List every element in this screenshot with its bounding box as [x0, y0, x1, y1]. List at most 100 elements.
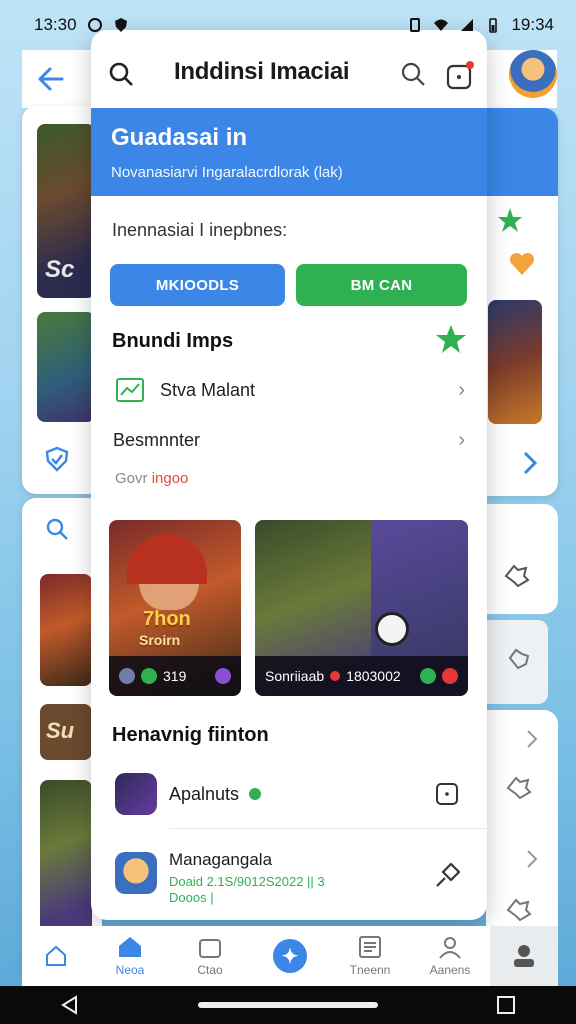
app-meta-secondary: Dooos | [169, 890, 214, 905]
badge-icon [420, 668, 436, 684]
install-icon[interactable] [435, 782, 459, 806]
chart-icon [116, 378, 144, 402]
game-thumbnail[interactable] [37, 312, 95, 422]
game-thumbnail[interactable] [40, 780, 92, 940]
shield-icon [114, 18, 127, 32]
verified-icon [249, 788, 261, 800]
nav-item-cart[interactable]: Ctao [170, 926, 250, 986]
back-arrow-icon[interactable] [36, 66, 64, 92]
search-icon[interactable] [107, 60, 135, 88]
notification-bell-icon[interactable] [445, 60, 475, 90]
hint-text[interactable]: Govr ingoo [115, 470, 188, 487]
home-gesture-bar[interactable] [197, 1002, 378, 1008]
rating-icon [119, 668, 135, 684]
app-name: Apalnuts [169, 784, 240, 804]
list-item[interactable]: Besmnnter › [91, 416, 487, 464]
account-icon [514, 945, 534, 967]
live-icon [330, 671, 341, 681]
star-icon [498, 208, 522, 232]
puzzle-icon[interactable] [502, 562, 530, 590]
app-icon [115, 773, 157, 815]
background-right-card [486, 504, 558, 614]
game-thumbnail[interactable]: Su [40, 704, 92, 760]
game-thumbnail-label: Su [46, 718, 75, 743]
nav-item-side[interactable] [22, 926, 90, 986]
bottom-nav: Neoa Ctao ✦ Tneenn Aanens [22, 926, 558, 986]
app-name: Managangala [169, 850, 273, 869]
nav-item-profile[interactable]: Aanens [410, 926, 490, 986]
app-list-item[interactable]: Apalnuts [91, 770, 487, 818]
featured-heading: Henavnig fiinton [112, 724, 269, 746]
recents-icon[interactable] [495, 994, 517, 1016]
hint-accent: ingoo [151, 470, 189, 487]
list-item-label: Stva Malant [160, 379, 256, 400]
game-card[interactable]: 7hon Sroirn 319 [109, 520, 241, 696]
game-thumbnail[interactable] [488, 300, 542, 424]
game-card-caption-count: 1803002 [346, 668, 401, 684]
banner-title: Guadasai in [111, 124, 248, 151]
list-item-label: Besmnnter [113, 429, 201, 450]
search-icon[interactable] [399, 60, 427, 88]
nav-item-center[interactable]: ✦ [250, 926, 330, 986]
character-hair [127, 534, 207, 584]
game-thumbnail-label: Sc [45, 256, 75, 283]
game-title: 7hon [143, 608, 191, 630]
nav-label: Tneenn [349, 963, 391, 977]
main-sheet: Inddinsi Imaciai Guadasai in Novanasiarv… [91, 30, 487, 920]
home-icon [46, 945, 66, 966]
background-right-card-2 [486, 620, 548, 704]
nav-label: Aanens [429, 963, 471, 977]
status-time-left: 13:30 [34, 15, 77, 34]
nav-label: Ctao [197, 963, 223, 977]
app-list-item[interactable]: Managangala Doaid 2.1S/9012S2022 || 3 Do… [91, 844, 487, 908]
nav-item-news[interactable]: Tneenn [330, 926, 410, 986]
vibrate-icon [410, 18, 421, 32]
background-right-banner [486, 108, 558, 196]
heart-icon [509, 252, 535, 275]
game-card-caption-text: Sonriiaab [265, 668, 325, 684]
hint-prefix: Govr [115, 470, 148, 487]
promo-banner[interactable]: Guadasai in Novanasiarvi Ingaralacrdlora… [91, 108, 487, 196]
divider [169, 828, 487, 829]
home-icon [119, 937, 141, 957]
badge-icon [442, 668, 458, 684]
battery-icon [489, 18, 498, 33]
game-card[interactable]: Sonriiaab 1803002 [255, 520, 468, 696]
puzzle-icon[interactable] [504, 896, 532, 924]
background-right-card-3 [486, 710, 558, 942]
banner-subtitle: Novanasiarvi Ingaralacrdlorak (lak) [111, 164, 343, 181]
search-icon[interactable] [44, 516, 70, 542]
status-bar: 13:30 19:34 [0, 0, 576, 50]
game-thumbnail[interactable] [40, 574, 92, 686]
chevron-right-icon[interactable] [524, 848, 540, 870]
avatar[interactable] [509, 50, 557, 98]
compass-icon: ✦ [273, 939, 307, 973]
game-thumbnail[interactable]: Sc [37, 124, 95, 298]
badge-icon [141, 668, 157, 684]
chevron-right-icon[interactable] [524, 728, 540, 750]
app-icon [115, 852, 157, 894]
game-card-caption: 319 [109, 656, 241, 696]
puzzle-icon[interactable] [504, 774, 532, 802]
chevron-right-icon[interactable] [520, 450, 540, 476]
nav-item-home[interactable]: Neoa [90, 926, 170, 986]
primary-button[interactable]: MKIOODLS [110, 264, 285, 306]
secondary-button[interactable]: BM CAN [296, 264, 467, 306]
section-label: Inennasiai I inepbnes: [112, 220, 288, 240]
pin-icon[interactable] [431, 860, 463, 892]
check-shield-icon[interactable] [44, 446, 70, 472]
nav-item-side-right[interactable] [490, 926, 558, 986]
signal-icon [461, 19, 474, 31]
star-icon [436, 325, 466, 353]
puzzle-icon[interactable] [506, 646, 532, 672]
wifi-icon [434, 19, 449, 31]
profile-icon [439, 937, 461, 959]
nav-label: Neoa [115, 963, 145, 977]
bundle-heading: Bnundi Imps [112, 330, 234, 352]
back-icon[interactable] [59, 994, 81, 1016]
app-meta: Doaid 2.1S/9012S2022 || 3 [169, 874, 325, 889]
list-item[interactable]: Stva Malant › [91, 366, 487, 414]
game-card-caption-text: 319 [163, 668, 187, 684]
page-title: Inddinsi Imaciai [174, 58, 350, 85]
chevron-right-icon: › [458, 378, 465, 401]
